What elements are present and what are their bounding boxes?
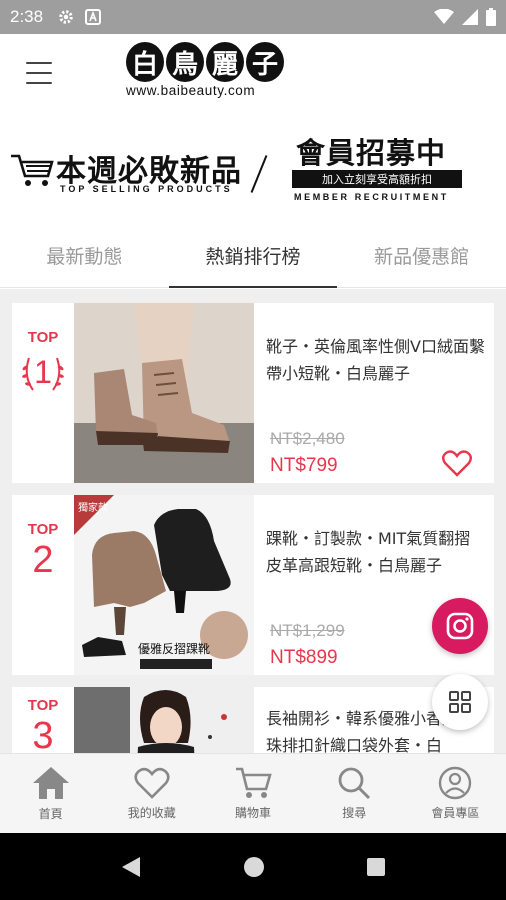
logo-char: 麗 [206, 42, 244, 82]
member-subtitle: MEMBER RECRUITMENT [294, 192, 449, 202]
original-price: NT$1,299 [270, 621, 345, 640]
nav-member[interactable]: 會員專區 [405, 754, 506, 833]
product-image[interactable]: 獨家款 優雅反摺踝靴 [74, 495, 254, 675]
rank-label: TOP [27, 521, 59, 538]
product-name[interactable]: 踝靴・訂製款・MIT氣質翻摺皮革高跟短靴・白鳥麗子 [266, 525, 486, 579]
system-navigation-bar [0, 833, 506, 900]
rank-number: 2 [32, 539, 54, 581]
rank-badge: TOP 3 [12, 687, 74, 753]
nav-home[interactable]: 首頁 [0, 754, 101, 833]
product-card[interactable]: TOP 3 長袖開衫・韓系優雅小香風珍珠排扣針織口袋外套・白 [12, 687, 494, 753]
wifi-icon [434, 9, 454, 24]
instagram-button[interactable] [432, 598, 488, 654]
app-header: 白 鳥 麗 子 www.baibeauty.com [0, 34, 506, 114]
menu-bar [26, 62, 52, 64]
original-price: NT$2,480 [270, 429, 345, 448]
nav-favorites[interactable]: 我的收藏 [101, 754, 202, 833]
home-circle-icon[interactable] [243, 856, 265, 878]
battery-icon [486, 8, 496, 26]
cart-icon [236, 767, 272, 798]
product-image[interactable] [74, 687, 254, 753]
laurel-icon: 1 [22, 354, 64, 391]
nav-cart[interactable]: 購物車 [202, 754, 303, 833]
search-icon [338, 767, 371, 800]
home-icon [32, 767, 69, 799]
product-name[interactable]: 靴子・英倫風率性側V口絨面繫帶小短靴・白鳥麗子 [266, 333, 486, 387]
tab-bestsellers[interactable]: 熱銷排行榜 [168, 224, 338, 288]
banner-subtitle: TOP SELLING PRODUCTS [60, 184, 233, 194]
rank-label: TOP [27, 329, 59, 346]
product-image[interactable] [74, 303, 254, 483]
grid-icon [449, 691, 471, 713]
recents-icon[interactable] [366, 857, 386, 877]
sale-price: NT$899 [270, 647, 338, 668]
status-bar: 2:38 [0, 0, 506, 34]
logo-char: 鳥 [166, 42, 204, 82]
nav-search[interactable]: 搜尋 [304, 754, 405, 833]
member-title: 會員招募中 [296, 136, 447, 170]
tab-latest[interactable]: 最新動態 [0, 224, 169, 287]
product-card[interactable]: TOP 1 靴子・英倫風率性側V口絨面繫帶小短靴・白鳥麗子 NT$2,480 N… [12, 303, 494, 483]
rank-number: 3 [32, 715, 54, 753]
promo-banner[interactable]: 本週必敗新品 TOP SELLING PRODUCTS 會員招募中 加入立刻享受… [0, 124, 506, 216]
back-icon[interactable] [120, 855, 142, 879]
user-icon [439, 766, 472, 800]
rank-badge: TOP 1 [12, 303, 74, 483]
category-tabs: 最新動態 熱銷排行榜 新品優惠館 [0, 224, 506, 288]
menu-bar [26, 72, 52, 74]
image-caption: 優雅反摺踝靴 [138, 641, 210, 656]
rank-badge: TOP 2 [12, 495, 74, 675]
rank-number: 1 [34, 354, 52, 390]
menu-bar [26, 82, 52, 84]
nav-label: 搜尋 [342, 806, 367, 820]
nav-label: 會員專區 [431, 806, 480, 820]
shopping-cart-icon [11, 154, 54, 186]
cell-signal-icon [462, 9, 478, 25]
app-notification-icon [85, 9, 102, 25]
nav-label: 購物車 [235, 806, 272, 820]
bottom-navigation: 首頁 我的收藏 購物車 搜尋 會員專區 [0, 753, 506, 833]
brand-logo[interactable]: 白 鳥 麗 子 www.baibeauty.com [126, 42, 292, 108]
logo-char: 子 [246, 42, 284, 82]
rank-label: TOP [27, 697, 59, 714]
logo-char: 白 [126, 42, 164, 82]
banner-divider [250, 155, 268, 193]
sale-price: NT$799 [270, 455, 338, 476]
menu-button[interactable] [26, 62, 52, 84]
status-time: 2:38 [10, 7, 44, 26]
logo-url: www.baibeauty.com [126, 83, 256, 98]
settings-gear-icon [59, 10, 73, 24]
image-badge: 獨家款 [78, 501, 108, 514]
instagram-icon [446, 612, 474, 640]
product-card[interactable]: TOP 2 獨家款 優雅反摺踝靴 踝靴・訂製款・MIT氣質翻摺皮革高跟短靴・白鳥… [12, 495, 494, 675]
tab-new-deals[interactable]: 新品優惠館 [337, 224, 506, 287]
nav-label: 我的收藏 [127, 806, 176, 820]
heart-icon [134, 767, 170, 799]
grid-menu-button[interactable] [432, 674, 488, 730]
favorite-heart-icon[interactable] [442, 449, 472, 477]
nav-label: 首頁 [38, 807, 63, 821]
product-list[interactable]: TOP 1 靴子・英倫風率性側V口絨面繫帶小短靴・白鳥麗子 NT$2,480 N… [0, 289, 506, 753]
member-discount-bar: 加入立刻享受高額折扣 [292, 170, 462, 188]
